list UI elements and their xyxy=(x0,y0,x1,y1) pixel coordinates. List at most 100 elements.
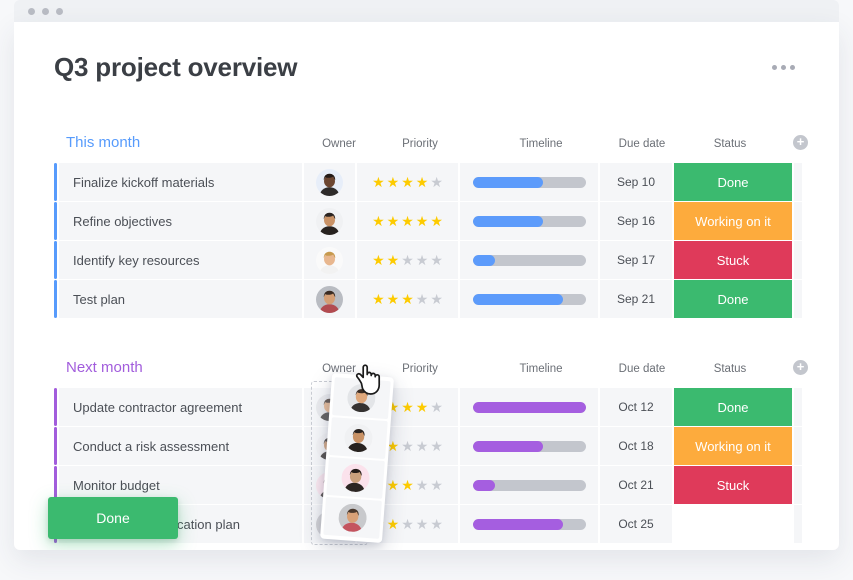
priority-star[interactable]: ★ xyxy=(387,214,400,228)
priority-star[interactable]: ★ xyxy=(416,439,429,453)
row-due-date-cell[interactable]: Oct 25 xyxy=(600,505,672,543)
window-close-dot[interactable] xyxy=(28,7,35,15)
status-badge-stuck[interactable]: Stuck xyxy=(674,241,792,279)
status-badge-done[interactable]: Done xyxy=(674,280,792,318)
row-due-date-cell[interactable]: Sep 17 xyxy=(600,241,672,279)
row-due-date-cell[interactable]: Oct 18 xyxy=(600,427,672,465)
priority-star[interactable]: ★ xyxy=(401,175,414,189)
row-owner-cell[interactable] xyxy=(304,202,355,240)
priority-star[interactable]: ★ xyxy=(372,175,385,189)
status-badge-done[interactable]: Done xyxy=(674,388,792,426)
row-task-name[interactable]: Test plan xyxy=(59,280,302,318)
row-owner-cell[interactable] xyxy=(304,280,355,318)
priority-star[interactable]: ★ xyxy=(401,439,414,453)
row-task-name[interactable]: Identify key resources xyxy=(59,241,302,279)
priority-star[interactable]: ★ xyxy=(416,175,429,189)
column-header-owner[interactable]: Owner xyxy=(322,138,356,150)
row-task-name[interactable]: Update contractor agreement xyxy=(59,388,302,426)
row-due-date-cell[interactable]: Sep 16 xyxy=(600,202,672,240)
column-header-priority[interactable]: Priority xyxy=(402,363,438,375)
status-badge-done[interactable]: Done xyxy=(48,497,178,539)
row-timeline-cell[interactable] xyxy=(460,202,598,240)
row-due-date-cell[interactable]: Oct 21 xyxy=(600,466,672,504)
row-owner-cell[interactable] xyxy=(304,163,355,201)
kebab-menu-icon[interactable] xyxy=(766,59,801,76)
row-due-date-cell[interactable]: Sep 21 xyxy=(600,280,672,318)
priority-star[interactable]: ★ xyxy=(387,478,400,492)
row-status-cell[interactable]: Stuck xyxy=(674,466,792,504)
priority-star[interactable]: ★ xyxy=(387,517,400,531)
status-badge-working[interactable]: Working on it xyxy=(674,427,792,465)
avatar-man-glasses[interactable] xyxy=(316,285,343,313)
priority-star[interactable]: ★ xyxy=(387,292,400,306)
row-priority-cell[interactable]: ★★★★★ xyxy=(357,280,458,318)
row-owner-cell[interactable] xyxy=(304,241,355,279)
add-column-plus-icon[interactable]: + xyxy=(793,135,808,150)
dragged-owner-card-stack[interactable] xyxy=(320,372,394,544)
timeline-track[interactable] xyxy=(472,293,586,305)
window-minimize-dot[interactable] xyxy=(42,7,49,15)
row-timeline-cell[interactable] xyxy=(460,163,598,201)
priority-star[interactable]: ★ xyxy=(401,253,414,267)
priority-star[interactable]: ★ xyxy=(430,214,443,228)
column-header-due-date[interactable]: Due date xyxy=(619,138,666,150)
row-priority-cell[interactable]: ★★★★★ xyxy=(357,202,458,240)
avatar-man-beard[interactable] xyxy=(316,207,343,235)
timeline-track[interactable] xyxy=(472,518,586,530)
column-header-priority[interactable]: Priority xyxy=(402,138,438,150)
row-status-cell[interactable]: Working on it xyxy=(674,202,792,240)
timeline-track[interactable] xyxy=(472,440,586,452)
avatar-woman-dark-hair[interactable] xyxy=(316,168,343,196)
status-badge-stuck[interactable]: Stuck xyxy=(674,466,792,504)
row-due-date-cell[interactable]: Sep 10 xyxy=(600,163,672,201)
avatar-woman-blonde[interactable] xyxy=(316,246,343,274)
priority-star[interactable]: ★ xyxy=(430,253,443,267)
priority-star[interactable]: ★ xyxy=(372,253,385,267)
timeline-track[interactable] xyxy=(472,215,586,227)
priority-star[interactable]: ★ xyxy=(372,214,385,228)
column-header-due-date[interactable]: Due date xyxy=(619,363,666,375)
column-header-status[interactable]: Status xyxy=(714,363,747,375)
priority-star[interactable]: ★ xyxy=(401,478,414,492)
priority-star[interactable]: ★ xyxy=(401,292,414,306)
priority-star[interactable]: ★ xyxy=(416,292,429,306)
row-timeline-cell[interactable] xyxy=(460,388,598,426)
priority-star[interactable]: ★ xyxy=(416,253,429,267)
table-row[interactable]: Develop communication plan ★★★★★ Oct 25 … xyxy=(48,497,802,543)
row-status-cell[interactable]: Done xyxy=(674,280,792,318)
table-row[interactable]: Test plan ★ ★ ★ ★ ★ Sep 21 Done xyxy=(54,280,802,318)
priority-star[interactable]: ★ xyxy=(401,400,414,414)
row-status-cell[interactable]: Done xyxy=(674,388,792,426)
window-maximize-dot[interactable] xyxy=(56,7,63,15)
priority-star[interactable]: ★ xyxy=(416,214,429,228)
timeline-track[interactable] xyxy=(472,401,586,413)
priority-star[interactable]: ★ xyxy=(416,400,429,414)
timeline-track[interactable] xyxy=(472,479,586,491)
timeline-track[interactable] xyxy=(472,176,586,188)
priority-star[interactable]: ★ xyxy=(387,253,400,267)
column-header-status[interactable]: Status xyxy=(714,138,747,150)
add-column-plus-icon[interactable]: + xyxy=(793,360,808,375)
priority-star[interactable]: ★ xyxy=(401,214,414,228)
table-row[interactable]: Refine objectives ★ ★ ★ ★ ★ Sep 16 Working o… xyxy=(54,202,802,240)
table-row[interactable]: Identify key resources ★ ★ ★ ★ ★ Sep 17 Stuc… xyxy=(54,241,802,279)
row-timeline-cell[interactable] xyxy=(460,280,598,318)
row-due-date-cell[interactable]: Oct 12 xyxy=(600,388,672,426)
row-task-name[interactable]: Finalize kickoff materials xyxy=(59,163,302,201)
row-priority-cell[interactable]: ★★★★★ xyxy=(357,163,458,201)
priority-star[interactable]: ★ xyxy=(430,478,443,492)
priority-star[interactable]: ★ xyxy=(372,292,385,306)
row-status-cell[interactable]: Done xyxy=(48,497,792,543)
row-timeline-cell[interactable] xyxy=(460,241,598,279)
row-timeline-cell[interactable] xyxy=(460,427,598,465)
priority-star[interactable]: ★ xyxy=(430,292,443,306)
table-row[interactable]: Update contractor agreement ★★★★★ Oct 12… xyxy=(54,388,802,426)
row-status-cell[interactable]: Stuck xyxy=(674,241,792,279)
row-task-name[interactable]: Conduct a risk assessment xyxy=(59,427,302,465)
priority-star[interactable]: ★ xyxy=(430,517,443,531)
row-timeline-cell[interactable] xyxy=(460,505,598,543)
table-row[interactable]: Conduct a risk assessment ★★★★★ Oct 18 W… xyxy=(54,427,802,465)
row-timeline-cell[interactable] xyxy=(460,466,598,504)
table-row[interactable]: Finalize kickoff materials ★ ★ ★ ★ ★ Sep 10 … xyxy=(54,163,802,201)
priority-star[interactable]: ★ xyxy=(430,400,443,414)
